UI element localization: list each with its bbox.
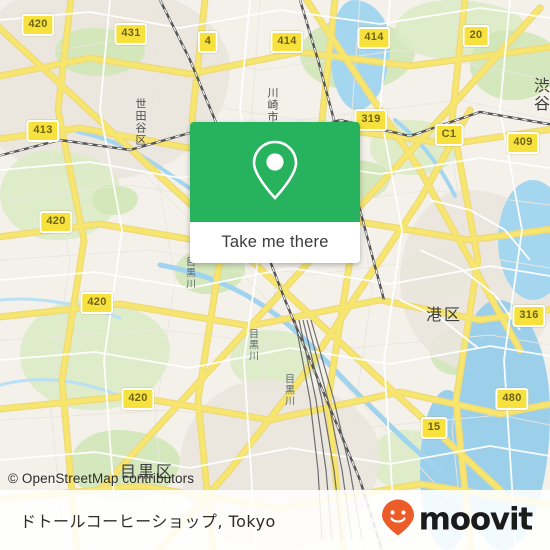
- route-shield: 316: [512, 305, 546, 327]
- route-shield: 4: [197, 31, 219, 53]
- map-pin-icon: [248, 138, 302, 207]
- map-canvas[interactable]: 420 431 4 414 414 20 413 319 C1 409 420 420 316 420 48…: [0, 0, 550, 550]
- moovit-smiley-pin-icon: [381, 499, 415, 542]
- route-shield: 414: [270, 31, 304, 53]
- moovit-wordmark: moovit: [418, 501, 534, 538]
- location-callout-card[interactable]: Take me there: [190, 122, 360, 263]
- map-label: 目黒川: [282, 373, 294, 407]
- route-shield: 20: [462, 25, 490, 47]
- route-shield: 420: [21, 14, 55, 36]
- map-label: 目黒川: [246, 328, 258, 362]
- route-shield: 431: [114, 23, 148, 45]
- route-shield: 420: [39, 211, 73, 233]
- route-shield: 15: [420, 417, 448, 439]
- route-shield: C1: [434, 124, 464, 146]
- take-me-there-button[interactable]: Take me there: [190, 222, 360, 263]
- route-shield: 420: [80, 292, 114, 314]
- route-shield: 409: [506, 132, 540, 154]
- route-shield: 413: [26, 120, 60, 142]
- place-name-label: ドトールコーヒーショップ, Tokyo: [20, 512, 276, 531]
- footer-bar: ドトールコーヒーショップ, Tokyo moovit: [0, 490, 550, 550]
- moovit-brand[interactable]: moovit: [381, 499, 534, 542]
- route-shield: 420: [121, 388, 155, 410]
- route-shield: 414: [357, 27, 391, 49]
- map-label: 渋谷: [531, 77, 550, 113]
- callout-icon-area: [190, 122, 360, 222]
- route-shield: 480: [495, 388, 529, 410]
- map-label: 川崎市: [266, 87, 279, 123]
- osm-attribution[interactable]: © OpenStreetMap contributors: [8, 471, 194, 486]
- map-vector-layer: [0, 0, 550, 550]
- app-root: 420 431 4 414 414 20 413 319 C1 409 420 420 316 420 48…: [0, 0, 550, 550]
- map-label: 港区: [425, 305, 463, 324]
- map-label: 世田谷区: [134, 98, 147, 146]
